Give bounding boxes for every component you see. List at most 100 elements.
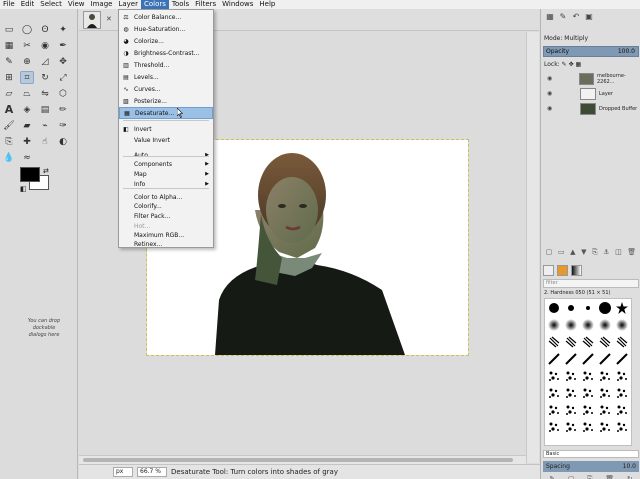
- menu-item-value-invert[interactable]: Value Invert: [119, 134, 213, 146]
- brush-preset[interactable]: [596, 333, 613, 350]
- menu-file[interactable]: File: [0, 0, 18, 9]
- heal-tool-icon[interactable]: ✚: [20, 135, 34, 148]
- unit-select[interactable]: px: [113, 467, 133, 477]
- lower-layer-icon[interactable]: ▼: [581, 248, 586, 258]
- brush-preset-select[interactable]: Basic: [543, 450, 639, 458]
- lock-alpha-icon[interactable]: ▦: [576, 61, 582, 68]
- foreground-color-swatch[interactable]: [20, 167, 40, 182]
- rotate-tool-icon[interactable]: ↻: [38, 71, 52, 84]
- move-tool-icon[interactable]: ✥: [56, 55, 70, 68]
- scale-tool-icon[interactable]: ⤢: [56, 71, 70, 84]
- measure-tool-icon[interactable]: ◿: [38, 55, 52, 68]
- layers-tab-icon[interactable]: ▦: [545, 12, 555, 22]
- brush-preset[interactable]: [579, 333, 596, 350]
- menu-item-threshold[interactable]: ▥ Threshold...: [119, 59, 213, 71]
- brush-preset[interactable]: [596, 299, 613, 316]
- scissors-select-tool-icon[interactable]: ✂: [20, 39, 34, 52]
- crop-tool-icon[interactable]: ⌗: [20, 71, 34, 84]
- brush-preset[interactable]: [613, 384, 630, 401]
- layer-mode-row[interactable]: Mode: Multiply: [544, 35, 588, 42]
- paths-tool-icon[interactable]: ✒: [56, 39, 70, 52]
- brushes-tab-icon[interactable]: [543, 265, 554, 276]
- opacity-slider[interactable]: Opacity 100.0: [543, 46, 639, 57]
- brush-preset[interactable]: [562, 333, 579, 350]
- brush-preset[interactable]: [545, 333, 562, 350]
- zoom-tool-icon[interactable]: ⊕: [20, 55, 34, 68]
- lock-position-icon[interactable]: ✥: [569, 61, 574, 68]
- brush-preset[interactable]: [579, 350, 596, 367]
- brush-preset[interactable]: [579, 316, 596, 333]
- edit-brush-icon[interactable]: ✎: [549, 475, 555, 479]
- brush-preset[interactable]: [596, 401, 613, 418]
- ink-tool-icon[interactable]: ✑: [56, 119, 70, 132]
- brush-preset[interactable]: [562, 299, 579, 316]
- brush-preset[interactable]: [545, 316, 562, 333]
- menu-item-colorize[interactable]: ◕ Colorize...: [119, 35, 213, 47]
- eraser-tool-icon[interactable]: ▰: [20, 119, 34, 132]
- menu-item-retinex[interactable]: Retinex...: [119, 238, 213, 250]
- channels-tab-icon[interactable]: ▣: [584, 12, 594, 22]
- bucket-fill-tool-icon[interactable]: ◈: [20, 103, 34, 116]
- brush-preset[interactable]: [579, 401, 596, 418]
- delete-brush-icon[interactable]: 🗑: [605, 475, 614, 479]
- menu-item-brightness-contrast[interactable]: ◑ Brightness-Contrast...: [119, 47, 213, 59]
- lock-pixels-icon[interactable]: ✎: [562, 61, 567, 68]
- brush-preset[interactable]: [562, 316, 579, 333]
- brush-preset[interactable]: [613, 401, 630, 418]
- opacity-value[interactable]: 100.0: [618, 47, 635, 57]
- brush-preset[interactable]: [613, 316, 630, 333]
- mode-value[interactable]: Multiply: [564, 35, 588, 42]
- brush-preset[interactable]: [579, 384, 596, 401]
- menu-item-desaturate[interactable]: ▦ Desaturate...: [119, 107, 213, 119]
- pencil-tool-icon[interactable]: ✏: [56, 103, 70, 116]
- brush-preset[interactable]: [596, 418, 613, 435]
- menu-item-levels[interactable]: ▤ Levels...: [119, 71, 213, 83]
- anchor-layer-icon[interactable]: ⚓: [603, 248, 609, 258]
- new-layer-group-icon[interactable]: ▭: [558, 248, 565, 258]
- brush-filter-input[interactable]: filter: [543, 279, 639, 288]
- duplicate-brush-icon[interactable]: ⎘: [587, 475, 593, 479]
- menu-item-color-balance[interactable]: ⚖ Color Balance...: [119, 11, 213, 23]
- visibility-eye-icon[interactable]: ◉: [547, 75, 554, 82]
- raise-layer-icon[interactable]: ▲: [570, 248, 575, 258]
- layer-row[interactable]: ◉ Dropped Buffer: [543, 101, 639, 116]
- mask-layer-icon[interactable]: ◫: [615, 248, 622, 258]
- menu-layer[interactable]: Layer: [115, 0, 141, 9]
- horizontal-scrollbar[interactable]: [79, 455, 526, 464]
- align-tool-icon[interactable]: ⊞: [2, 71, 16, 84]
- menu-windows[interactable]: Windows: [219, 0, 256, 9]
- layer-row[interactable]: ◉ Layer: [543, 86, 639, 101]
- brush-preset[interactable]: [596, 350, 613, 367]
- blend-tool-icon[interactable]: ▤: [38, 103, 52, 116]
- brush-preset[interactable]: [596, 367, 613, 384]
- brush-preset[interactable]: [579, 418, 596, 435]
- brush-preset[interactable]: [545, 367, 562, 384]
- menu-item-curves[interactable]: ∿ Curves...: [119, 83, 213, 95]
- brush-preset[interactable]: [579, 367, 596, 384]
- brush-preset[interactable]: [613, 350, 630, 367]
- zoom-select[interactable]: 66.7 %: [137, 467, 167, 477]
- layer-row[interactable]: ◉ melbourne-2262...: [543, 71, 639, 86]
- brush-preset[interactable]: [613, 299, 630, 316]
- brush-preset[interactable]: [562, 367, 579, 384]
- horizontal-scroll-thumb[interactable]: [83, 458, 513, 462]
- brush-preset[interactable]: [613, 333, 630, 350]
- foreground-select-tool-icon[interactable]: ◉: [38, 39, 52, 52]
- shear-tool-icon[interactable]: ▱: [2, 87, 16, 100]
- brush-preset[interactable]: [545, 350, 562, 367]
- flip-tool-icon[interactable]: ⇋: [38, 87, 52, 100]
- dodge-burn-tool-icon[interactable]: ◐: [56, 135, 70, 148]
- delete-layer-icon[interactable]: 🗑: [627, 248, 636, 258]
- brush-preset[interactable]: [545, 401, 562, 418]
- menu-view[interactable]: View: [65, 0, 88, 9]
- text-tool-icon[interactable]: A: [2, 103, 16, 116]
- new-layer-icon[interactable]: ▢: [546, 248, 553, 258]
- color-select-tool-icon[interactable]: ▦: [2, 39, 16, 52]
- brush-preset[interactable]: [579, 299, 596, 316]
- paintbrush-tool-icon[interactable]: 🖌: [2, 119, 16, 132]
- fuzzy-select-tool-icon[interactable]: ✦: [56, 23, 70, 36]
- ellipse-select-tool-icon[interactable]: ◯: [20, 23, 34, 36]
- menu-edit[interactable]: Edit: [18, 0, 38, 9]
- menu-select[interactable]: Select: [37, 0, 65, 9]
- vertical-scrollbar[interactable]: [526, 32, 539, 463]
